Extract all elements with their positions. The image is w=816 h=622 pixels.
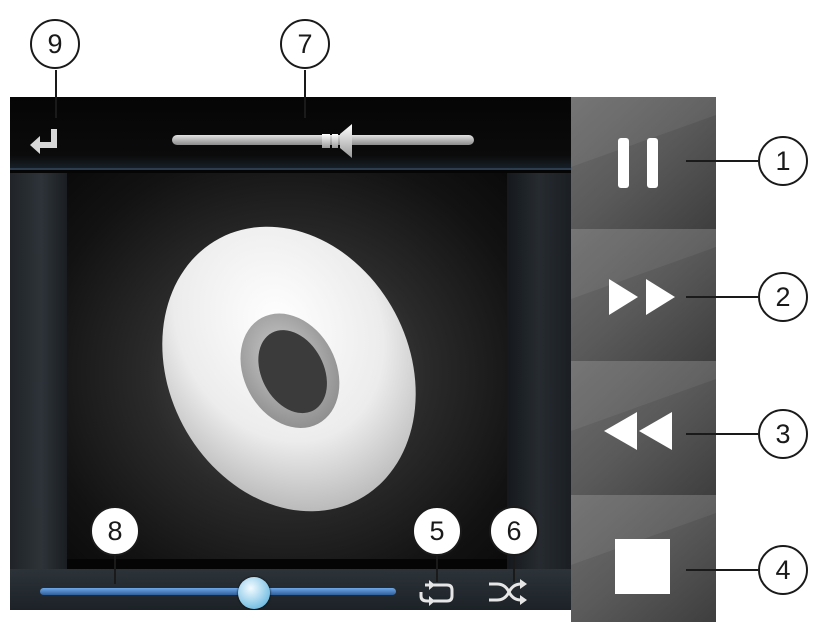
callout-3: 3 bbox=[758, 409, 808, 459]
diagram-stage: 9 7 8 5 6 1 2 3 4 bbox=[0, 0, 816, 622]
callout-9-leader bbox=[55, 70, 57, 118]
speaker-icon bbox=[322, 124, 353, 158]
stop-button[interactable] bbox=[571, 495, 716, 622]
callout-6-leader bbox=[513, 554, 515, 582]
callout-7: 7 bbox=[280, 19, 330, 69]
callout-8-leader bbox=[114, 554, 116, 584]
callout-5-leader bbox=[436, 554, 438, 582]
bottom-bar bbox=[10, 569, 571, 610]
callout-2: 2 bbox=[758, 272, 808, 322]
callout-1: 1 bbox=[758, 136, 808, 186]
top-bar bbox=[10, 97, 571, 170]
callout-2-leader bbox=[686, 296, 758, 298]
callout-6: 6 bbox=[489, 506, 539, 556]
callout-4: 4 bbox=[758, 545, 808, 595]
pause-button-face bbox=[571, 97, 716, 229]
callout-8: 8 bbox=[90, 506, 140, 556]
stop-icon bbox=[615, 539, 670, 594]
callout-1-leader bbox=[686, 160, 758, 162]
repeat-button[interactable] bbox=[417, 578, 455, 606]
stop-button-face bbox=[571, 495, 716, 622]
callout-3-leader bbox=[686, 433, 758, 435]
seek-slider[interactable] bbox=[40, 588, 396, 595]
pause-button[interactable] bbox=[571, 97, 716, 229]
seek-thumb[interactable] bbox=[237, 577, 270, 609]
callout-5: 5 bbox=[412, 506, 462, 556]
callout-9: 9 bbox=[30, 19, 80, 69]
fast-forward-button[interactable] bbox=[571, 229, 716, 361]
return-arrow-icon bbox=[30, 129, 57, 154]
shuffle-icon bbox=[489, 579, 527, 605]
shuffle-button[interactable] bbox=[487, 578, 529, 606]
rewind-button-face bbox=[571, 361, 716, 495]
left-panel bbox=[10, 173, 67, 569]
callout-4-leader bbox=[686, 569, 758, 571]
fast-forward-button-face bbox=[571, 229, 716, 361]
album-art bbox=[67, 173, 507, 559]
back-button[interactable] bbox=[20, 123, 68, 163]
callout-7-leader bbox=[304, 70, 306, 118]
disc-icon bbox=[162, 226, 416, 512]
rewind-button[interactable] bbox=[571, 361, 716, 495]
top-divider bbox=[10, 168, 571, 170]
volume-thumb[interactable] bbox=[318, 121, 364, 161]
repeat-icon bbox=[419, 580, 454, 606]
